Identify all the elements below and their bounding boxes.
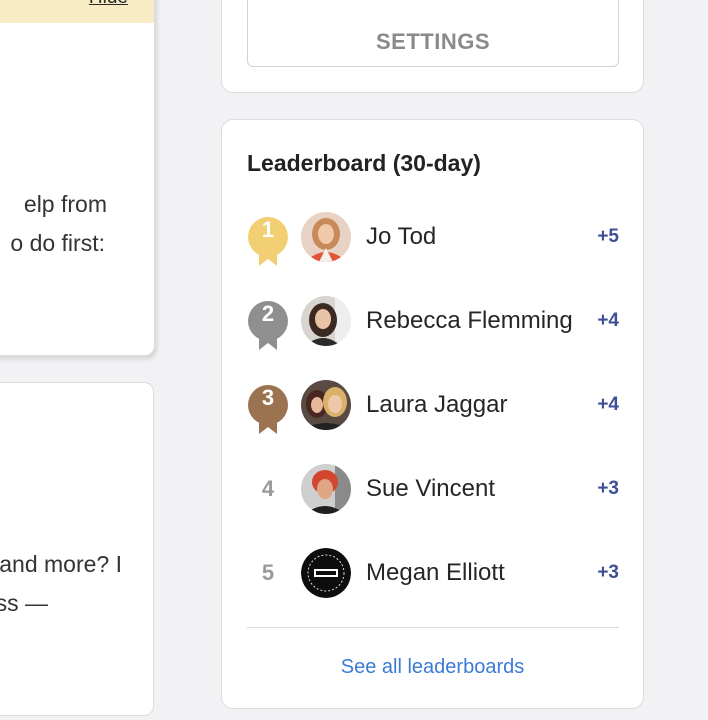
rank-number: 3 <box>261 385 275 410</box>
leaderboard-row[interactable]: 2 Rebecca Flemming +4 <box>247 294 619 350</box>
leaderboard-points: +4 <box>597 310 619 331</box>
leaderboard-points: +5 <box>597 226 619 247</box>
rank-number: 4 <box>261 476 275 501</box>
hide-link[interactable]: Hide <box>89 0 128 9</box>
rank-number: 2 <box>261 301 275 326</box>
left-post-card: and more? I ss — <box>0 382 154 716</box>
leaderboard-row[interactable]: 4 Sue Vincent +3 <box>247 462 619 518</box>
settings-button[interactable]: SETTINGS <box>247 0 619 67</box>
left-post-text-line: elp from <box>23 191 107 217</box>
avatar[interactable] <box>301 296 351 346</box>
leaderboard-name[interactable]: Rebecca Flemming <box>366 307 573 335</box>
leaderboard-points: +3 <box>597 562 619 583</box>
avatar[interactable] <box>301 548 351 598</box>
leaderboard-title: Leaderboard (30-day) <box>247 150 481 176</box>
see-all-leaderboards-link[interactable]: See all leaderboards <box>222 656 643 679</box>
leaderboard-row[interactable]: 3 Laura Jaggar +4 <box>247 378 619 434</box>
avatar[interactable] <box>301 212 351 262</box>
leaderboard-row[interactable]: 5 Megan Elliott +3 <box>247 546 619 602</box>
leaderboard-points: +4 <box>597 394 619 415</box>
left-post-text-line: ss — <box>0 590 48 616</box>
left-post-card: Hide elp from o do first: <box>0 0 155 356</box>
leaderboard-name[interactable]: Jo Tod <box>366 223 436 251</box>
leaderboard-name[interactable]: Sue Vincent <box>366 475 495 503</box>
rank-number: 5 <box>261 560 275 585</box>
left-notice-banner: Hide <box>0 0 154 23</box>
settings-card: SETTINGS <box>221 0 644 93</box>
left-post-text-line: and more? I <box>0 551 122 577</box>
leaderboard-name[interactable]: Megan Elliott <box>366 559 505 587</box>
leaderboard-name[interactable]: Laura Jaggar <box>366 391 507 419</box>
avatar[interactable] <box>301 380 351 430</box>
leaderboard-points: +3 <box>597 478 619 499</box>
leaderboard-card: Leaderboard (30-day) 1 Jo Tod +5 2 Rebec… <box>221 119 644 709</box>
avatar[interactable] <box>301 464 351 514</box>
rank-number: 1 <box>261 217 275 242</box>
divider <box>247 627 619 628</box>
left-post-text-line: o do first: <box>10 230 105 256</box>
leaderboard-row[interactable]: 1 Jo Tod +5 <box>247 210 619 266</box>
